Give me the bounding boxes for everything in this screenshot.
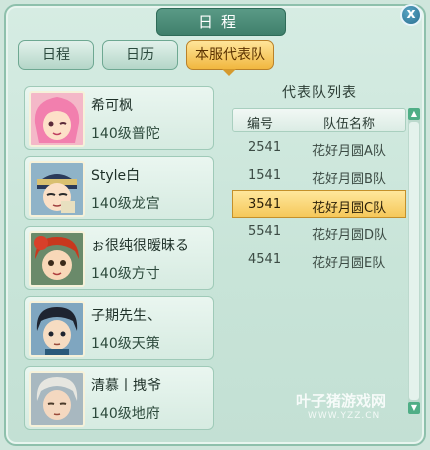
member-level: 140级普陀 xyxy=(91,126,160,142)
team-list-title: 代表队列表 xyxy=(282,85,357,101)
team-name: 花好月圆A队 xyxy=(312,144,386,159)
team-name: 花好月圆D队 xyxy=(312,228,388,243)
avatar xyxy=(29,91,85,147)
tab-calendar[interactable]: 日历 xyxy=(102,40,178,70)
member-name: 清慕丨拽爷 xyxy=(91,378,161,394)
table-row[interactable]: 1541 花好月圆B队 xyxy=(232,162,406,190)
member-level: 140级天策 xyxy=(91,336,160,352)
team-id: 2541 xyxy=(248,140,282,155)
avatar xyxy=(29,301,85,357)
scroll-down-icon[interactable]: ▼ xyxy=(408,402,420,414)
scrollbar[interactable]: ▲ ▼ xyxy=(408,108,420,414)
team-name: 花好月圆B队 xyxy=(312,172,386,187)
team-id: 3541 xyxy=(248,197,282,212)
schedule-window: 日程 x 日程 日历 本服代表队 希可枫 140级普陀 Style白 140级龙… xyxy=(4,4,426,446)
team-id: 5541 xyxy=(248,224,282,239)
member-card[interactable]: 子期先生、 140级天策 xyxy=(24,296,214,360)
avatar xyxy=(29,161,85,217)
scroll-thumb[interactable] xyxy=(409,122,419,400)
close-icon[interactable]: x xyxy=(400,4,422,26)
member-name: 希可枫 xyxy=(91,98,133,114)
team-name: 花好月圆E队 xyxy=(312,256,386,271)
team-id: 1541 xyxy=(248,168,282,183)
member-name: 子期先生、 xyxy=(91,308,161,324)
team-name: 花好月圆C队 xyxy=(312,201,387,216)
tab-schedule[interactable]: 日程 xyxy=(18,40,94,70)
member-name: Style白 xyxy=(91,168,141,184)
member-card[interactable]: 希可枫 140级普陀 xyxy=(24,86,214,150)
member-card[interactable]: 清慕丨拽爷 140级地府 xyxy=(24,366,214,430)
member-level: 140级方寸 xyxy=(91,266,160,282)
table-row[interactable]: 2541 花好月圆A队 xyxy=(232,134,406,162)
table-row[interactable]: 4541 花好月圆E队 xyxy=(232,246,406,274)
column-header-team-name: 队伍名称 xyxy=(323,117,376,132)
member-card[interactable]: ぉ很纯很暧昧る 140级方寸 xyxy=(24,226,214,290)
scroll-up-icon[interactable]: ▲ xyxy=(408,108,420,120)
column-header-id: 编号 xyxy=(247,117,274,132)
avatar xyxy=(29,231,85,287)
team-id: 4541 xyxy=(248,252,282,267)
team-table: 编号 队伍名称 2541 花好月圆A队 1541 花好月圆B队 3541 花好月… xyxy=(232,108,420,414)
table-row-selected[interactable]: 3541 花好月圆C队 xyxy=(232,190,406,218)
member-name: ぉ很纯很暧昧る xyxy=(91,238,189,254)
watermark-url: WWW.YZZ.CN xyxy=(308,411,381,421)
avatar xyxy=(29,371,85,427)
member-level: 140级地府 xyxy=(91,406,160,422)
tab-server-team[interactable]: 本服代表队 xyxy=(186,40,274,70)
table-row[interactable]: 5541 花好月圆D队 xyxy=(232,218,406,246)
member-level: 140级龙宫 xyxy=(91,196,160,212)
member-card[interactable]: Style白 140级龙宫 xyxy=(24,156,214,220)
watermark-logo: 叶子猪游戏网 xyxy=(296,392,387,410)
table-header: 编号 队伍名称 xyxy=(232,108,406,132)
window-title: 日程 xyxy=(156,8,286,36)
active-tab-caret xyxy=(222,69,236,76)
